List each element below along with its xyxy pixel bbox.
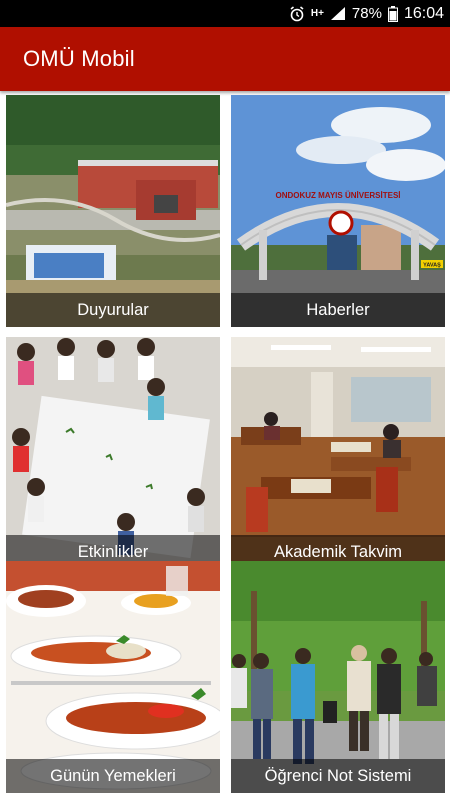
tile-label: Öğrenci Not Sistemi — [231, 759, 445, 793]
tile-label: Duyurular — [6, 293, 220, 327]
signal-icon — [330, 6, 346, 21]
tile-label: Haberler — [231, 293, 445, 327]
tile-label: Günün Yemekleri — [6, 759, 220, 793]
clock: 16:04 — [403, 4, 444, 22]
app-bar: OMÜ Mobil — [0, 27, 450, 91]
menu-grid: Duyurular ONDOKUZ MAYIS ÜNİVERSİTESİ YAV… — [0, 91, 450, 800]
battery-percent: 78% — [351, 5, 382, 22]
app-title: OMÜ Mobil — [23, 46, 135, 71]
tile-duyurular[interactable]: Duyurular — [6, 95, 220, 327]
road-sign-text: YAVAŞ — [423, 263, 441, 269]
tile-etkinlikler[interactable]: Etkinlikler — [6, 337, 220, 569]
tile-ogrenci-not-sistemi[interactable]: Öğrenci Not Sistemi — [231, 561, 445, 793]
gate-sign-text: ONDOKUZ MAYIS ÜNİVERSİTESİ — [275, 191, 400, 200]
tile-akademik-takvim[interactable]: Akademik Takvim — [231, 337, 445, 569]
tile-gunun-yemekleri[interactable]: Günün Yemekleri — [6, 561, 220, 793]
battery-icon — [387, 5, 398, 22]
tile-haberler[interactable]: ONDOKUZ MAYIS ÜNİVERSİTESİ YAVAŞ Haberle… — [231, 95, 445, 327]
network-type: H+ — [310, 8, 324, 19]
alarm-icon — [289, 5, 305, 22]
status-bar: H+ 78% 16:04 — [0, 0, 450, 27]
